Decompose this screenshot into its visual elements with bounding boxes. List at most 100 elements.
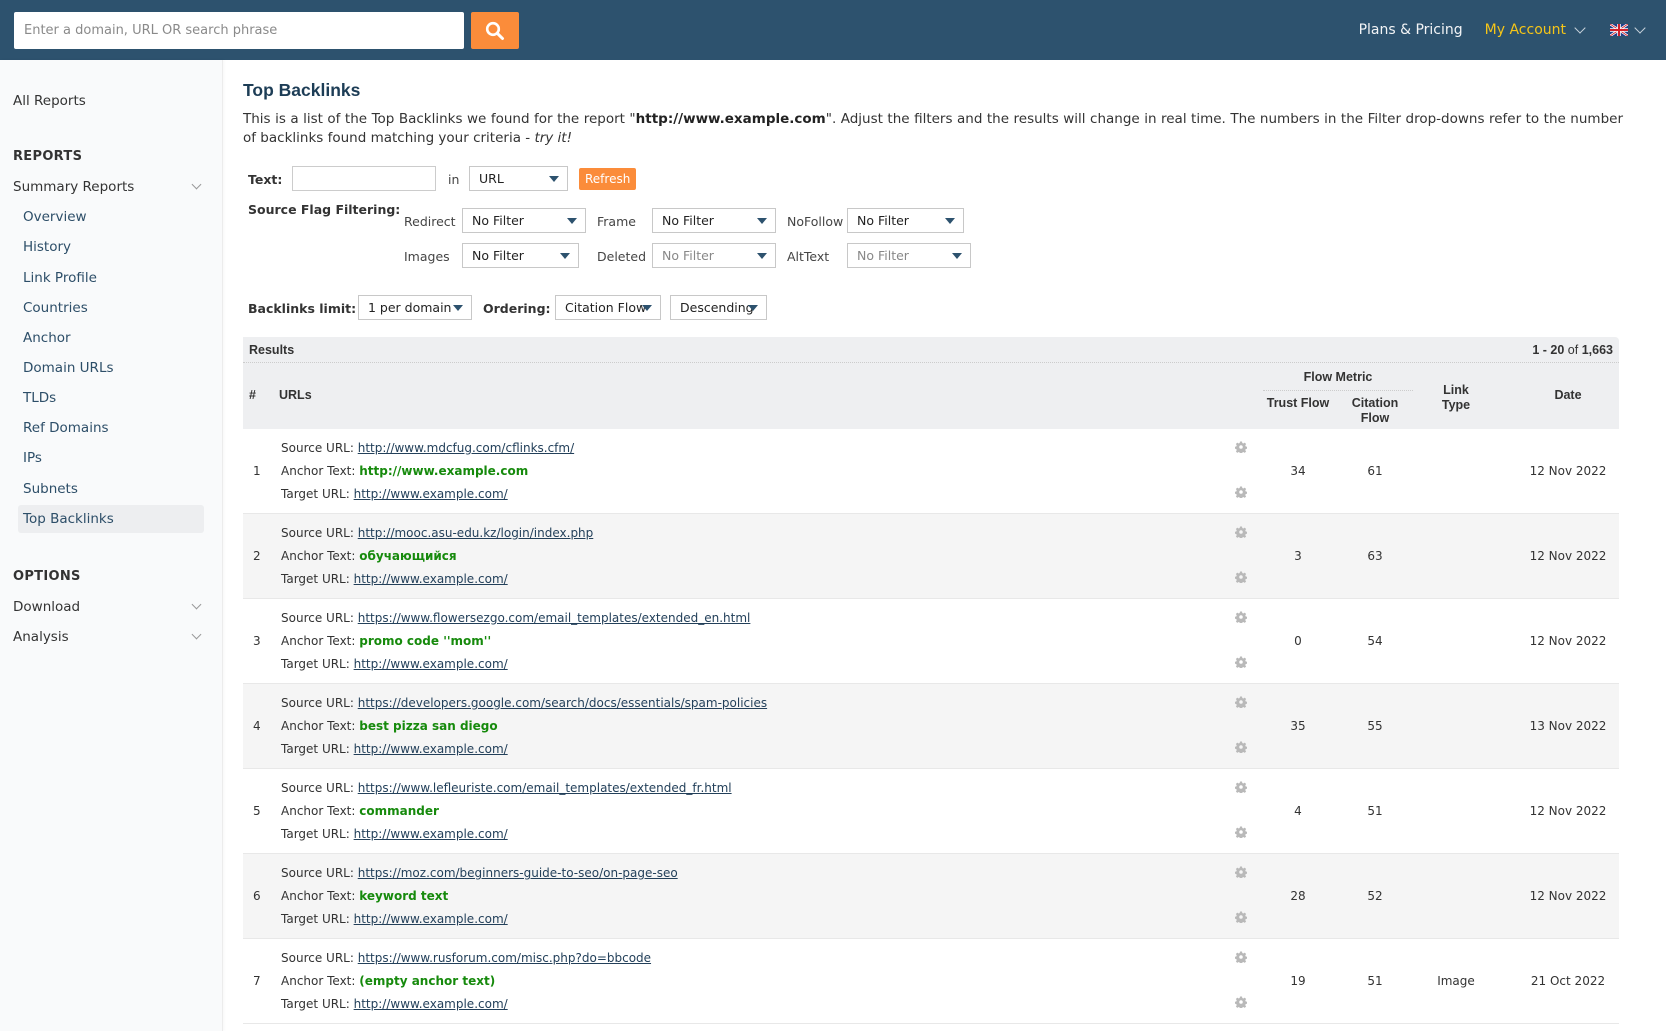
- images-label: Images: [404, 249, 450, 264]
- target-url-link[interactable]: http://www.example.com/: [354, 657, 508, 671]
- text-filter-input[interactable]: [292, 166, 436, 191]
- uk-flag-icon[interactable]: [1610, 24, 1628, 36]
- date-value: 21 Oct 2022: [1530, 974, 1606, 988]
- report-domain: http://www.example.com: [635, 111, 826, 127]
- ordering-direction-select[interactable]: Descending: [670, 295, 767, 320]
- results-rows: 1 Source URL: http://www.mdcfug.com/cfli…: [243, 429, 1619, 1024]
- sidebar-item-tlds[interactable]: TLDs: [18, 384, 204, 412]
- source-url-link[interactable]: http://mooc.asu-edu.kz/login/index.php: [358, 526, 594, 540]
- sidebar-item-anchor[interactable]: Anchor: [18, 324, 204, 352]
- try-it-text: try it!: [534, 130, 573, 146]
- anchor-text-line: Anchor Text: promo code ''mom'': [281, 634, 492, 648]
- gear-icon[interactable]: [1235, 526, 1247, 538]
- redirect-filter-select[interactable]: No Filter: [462, 208, 586, 233]
- anchor-text: обучающийся: [359, 549, 457, 563]
- date-value: 12 Nov 2022: [1529, 464, 1607, 478]
- target-url-line: Target URL: http://www.example.com/: [281, 997, 508, 1011]
- target-url-line: Target URL: http://www.example.com/: [281, 742, 508, 756]
- source-flag-label: Source Flag Filtering:: [248, 202, 401, 217]
- domain-search-input[interactable]: [14, 12, 464, 49]
- nofollow-filter-select[interactable]: No Filter: [847, 208, 964, 233]
- target-url-link[interactable]: http://www.example.com/: [354, 912, 508, 926]
- target-url-line: Target URL: http://www.example.com/: [281, 657, 508, 671]
- col-trust-flow[interactable]: Trust Flow: [1263, 396, 1333, 411]
- gear-icon[interactable]: [1235, 911, 1247, 923]
- gear-icon[interactable]: [1235, 826, 1247, 838]
- gear-icon[interactable]: [1235, 741, 1247, 753]
- images-filter-select[interactable]: No Filter: [462, 243, 579, 268]
- anchor-text-line: Anchor Text: обучающийся: [281, 549, 457, 563]
- gear-icon[interactable]: [1235, 951, 1247, 963]
- frame-filter-select[interactable]: No Filter: [652, 208, 776, 233]
- table-row: 3 Source URL: https://www.flowersezgo.co…: [243, 599, 1619, 684]
- backlinks-limit-label: Backlinks limit:: [248, 301, 357, 316]
- sidebar-item-top-backlinks[interactable]: Top Backlinks: [18, 505, 204, 533]
- text-field-select[interactable]: URL: [469, 166, 568, 191]
- gear-icon[interactable]: [1235, 571, 1247, 583]
- sidebar-analysis[interactable]: Analysis: [13, 629, 69, 645]
- sidebar-item-overview[interactable]: Overview: [18, 203, 204, 231]
- sidebar-all-reports[interactable]: All Reports: [13, 93, 86, 109]
- trust-flow-value: 28: [1290, 889, 1306, 903]
- sidebar-item-subnets[interactable]: Subnets: [18, 475, 204, 503]
- chevron-down-icon[interactable]: [1574, 21, 1586, 34]
- target-url-link[interactable]: http://www.example.com/: [354, 742, 508, 756]
- target-url-link[interactable]: http://www.example.com/: [354, 572, 508, 586]
- source-url-line: Source URL: https://moz.com/beginners-gu…: [281, 866, 678, 880]
- trust-flow-value: 34: [1290, 464, 1306, 478]
- dropdown-arrow-icon: [757, 253, 767, 259]
- chevron-down-icon[interactable]: [191, 629, 202, 640]
- gear-icon[interactable]: [1235, 696, 1247, 708]
- chevron-down-icon[interactable]: [191, 599, 202, 610]
- gear-icon[interactable]: [1235, 611, 1247, 623]
- source-url-line: Source URL: http://www.mdcfug.com/cflink…: [281, 441, 575, 455]
- source-url-link[interactable]: https://www.rusforum.com/misc.php?do=bbc…: [358, 951, 651, 965]
- flow-metric-divider: [1263, 390, 1413, 391]
- search-button[interactable]: [471, 12, 519, 49]
- sidebar-item-countries[interactable]: Countries: [18, 294, 204, 322]
- col-date[interactable]: Date: [1523, 388, 1613, 403]
- results-count: 1 - 20 of 1,663: [1532, 343, 1613, 357]
- source-url-link[interactable]: https://www.flowersezgo.com/email_templa…: [358, 611, 751, 625]
- sidebar-item-ips[interactable]: IPs: [18, 444, 204, 472]
- my-account-menu[interactable]: My Account: [1485, 22, 1566, 38]
- sidebar-item-history[interactable]: History: [18, 233, 204, 261]
- source-url-link[interactable]: https://developers.google.com/search/doc…: [358, 696, 767, 710]
- source-url-link[interactable]: https://www.lefleuriste.com/email_templa…: [358, 781, 732, 795]
- sidebar-summary-reports[interactable]: Summary Reports: [13, 179, 203, 195]
- refresh-button[interactable]: Refresh: [579, 168, 637, 190]
- ordering-field-select[interactable]: Citation Flow: [555, 295, 661, 320]
- language-chevron-icon[interactable]: [1634, 21, 1646, 34]
- target-url-line: Target URL: http://www.example.com/: [281, 827, 508, 841]
- gear-icon[interactable]: [1235, 866, 1247, 878]
- gear-icon[interactable]: [1235, 996, 1247, 1008]
- sidebar-download[interactable]: Download: [13, 599, 80, 615]
- dropdown-arrow-icon: [757, 218, 767, 224]
- row-number: 3: [253, 634, 261, 648]
- col-urls: URLs: [279, 388, 312, 402]
- sidebar-item-ref-domains[interactable]: Ref Domains: [18, 414, 204, 442]
- gear-icon[interactable]: [1235, 441, 1247, 453]
- source-url-link[interactable]: http://www.mdcfug.com/cflinks.cfm/: [358, 441, 574, 455]
- plans-pricing-link[interactable]: Plans & Pricing: [1359, 22, 1463, 38]
- row-number: 6: [253, 889, 261, 903]
- gear-icon[interactable]: [1235, 781, 1247, 793]
- citation-flow-value: 63: [1367, 549, 1383, 563]
- target-url-link[interactable]: http://www.example.com/: [354, 827, 508, 841]
- target-url-link[interactable]: http://www.example.com/: [354, 487, 508, 501]
- sidebar-item-domain-urls[interactable]: Domain URLs: [18, 354, 204, 382]
- in-label: in: [448, 172, 460, 187]
- sidebar-item-link-profile[interactable]: Link Profile: [18, 264, 204, 292]
- page-title: Top Backlinks: [243, 80, 361, 100]
- gear-icon[interactable]: [1235, 656, 1247, 668]
- col-citation-flow[interactable]: Citation Flow: [1340, 396, 1410, 426]
- target-url-link[interactable]: http://www.example.com/: [354, 997, 508, 1011]
- source-url-link[interactable]: https://moz.com/beginners-guide-to-seo/o…: [358, 866, 678, 880]
- results-table: Results 1 - 20 of 1,663 # URLs Flow Metr…: [243, 337, 1619, 1024]
- reports-heading: REPORTS: [13, 149, 83, 164]
- alttext-filter-select[interactable]: No Filter: [847, 243, 971, 268]
- table-row: 6 Source URL: https://moz.com/beginners-…: [243, 854, 1619, 939]
- gear-icon[interactable]: [1235, 486, 1247, 498]
- deleted-filter-select[interactable]: No Filter: [652, 243, 776, 268]
- backlinks-limit-select[interactable]: 1 per domain: [358, 295, 472, 320]
